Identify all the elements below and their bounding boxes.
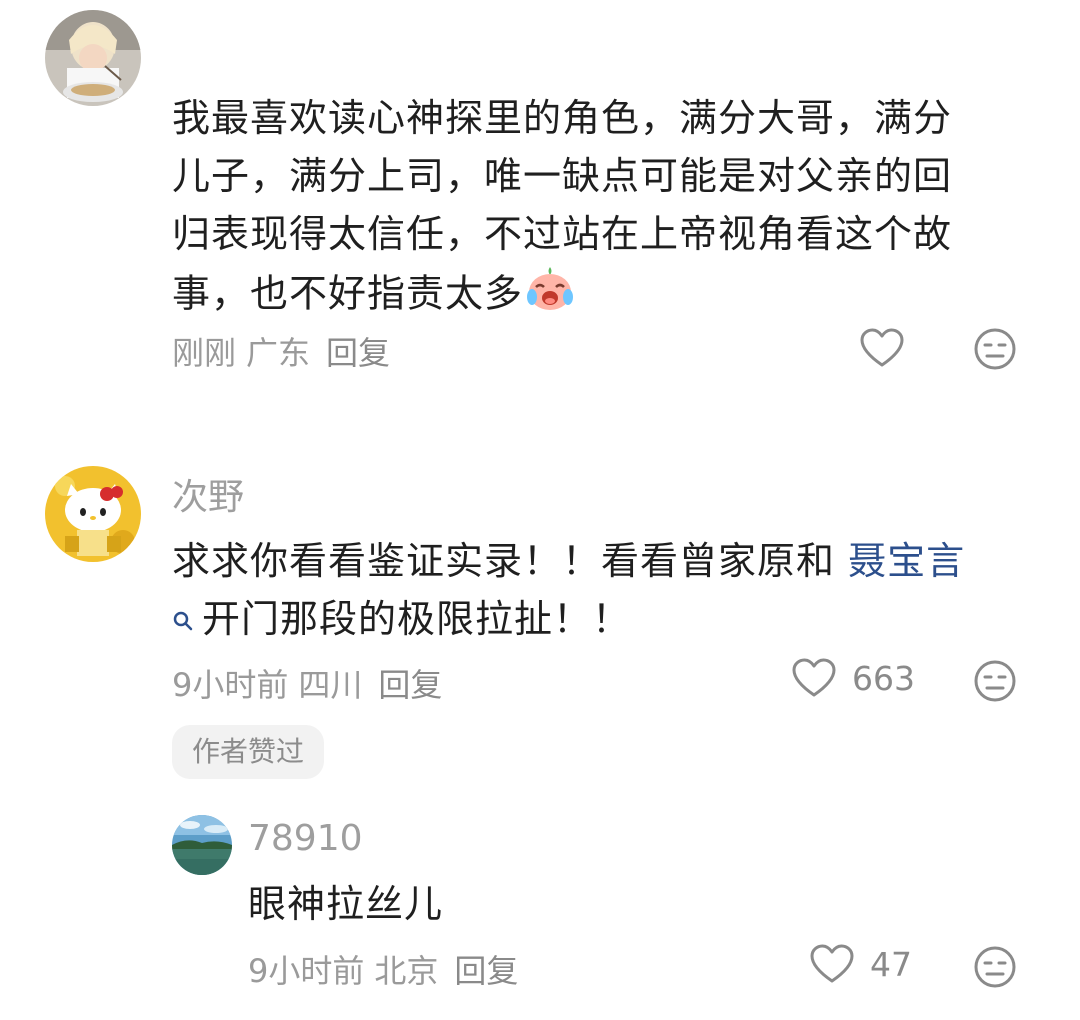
comment-text: 眼神拉丝儿 — [248, 875, 443, 933]
user-avatar[interactable] — [45, 466, 141, 562]
comment-location: 广东 — [246, 334, 311, 372]
heart-outline-icon — [860, 328, 904, 368]
user-avatar[interactable] — [45, 10, 141, 106]
neutral-face-icon — [973, 327, 1017, 371]
comment-line: 我最喜欢读心神探里的角色，满分大哥，满分 — [172, 96, 953, 140]
comment-meta: 9小时前 北京 回复 — [248, 946, 528, 992]
heart-outline-icon — [792, 658, 836, 698]
comment-meta: 9小时前 四川 回复 — [172, 660, 452, 706]
reply-button[interactable]: 回复 — [378, 666, 442, 704]
like-count: 663 — [852, 658, 915, 698]
comment-line: 儿子，满分上司，唯一缺点可能是对父亲的回 — [172, 154, 953, 198]
author-liked-badge: 作者赞过 — [172, 725, 325, 779]
comment-line: 眼神拉丝儿 — [248, 882, 444, 926]
like-button[interactable]: 663 — [792, 658, 915, 698]
search-icon[interactable] — [172, 590, 194, 648]
comment-location: 四川 — [298, 666, 363, 704]
comment-line-text: 求求你看看鉴证实录！！看看曾家原和 — [172, 539, 836, 583]
comment-line-text: 事，也不好指责太多 — [172, 271, 524, 316]
comment-time: 刚刚 — [172, 334, 237, 372]
username[interactable]: 78910 — [248, 818, 363, 859]
dislike-button[interactable] — [973, 945, 1017, 989]
like-button[interactable] — [860, 328, 904, 368]
comment-text: 我最喜欢读心神探里的角色，满分大哥，满分 儿子，满分上司，唯一缺点可能是对父亲的… — [172, 89, 952, 329]
comment-time: 9小时前 — [248, 952, 365, 990]
dislike-button[interactable] — [973, 327, 1017, 371]
like-count: 47 — [870, 944, 912, 984]
comment-time: 9小时前 — [172, 666, 289, 704]
heart-outline-icon — [810, 944, 854, 984]
comment-line: 事，也不好指责太多 — [172, 263, 952, 329]
crying-laugh-emoji-icon — [525, 263, 575, 329]
reply-button[interactable]: 回复 — [454, 952, 518, 990]
comment-line: 归表现得太信任，不过站在上帝视角看这个故 — [172, 212, 953, 256]
like-button[interactable]: 47 — [810, 944, 912, 984]
username[interactable]: 次野 — [172, 468, 244, 520]
dislike-button[interactable] — [973, 659, 1017, 703]
neutral-face-icon — [973, 945, 1017, 989]
search-link[interactable]: 聂宝言 — [848, 539, 965, 583]
comment-location: 北京 — [374, 952, 439, 990]
reply-button[interactable]: 回复 — [326, 334, 390, 372]
user-avatar[interactable] — [172, 815, 232, 875]
comment-line: 开门那段的极限拉扯！！ — [172, 590, 965, 648]
neutral-face-icon — [973, 659, 1017, 703]
comment-meta: 刚刚 广东 回复 — [172, 328, 400, 374]
comment-text: 求求你看看鉴证实录！！看看曾家原和 聂宝言 开门那段的极限拉扯！！ — [172, 532, 965, 648]
comment-line: 求求你看看鉴证实录！！看看曾家原和 聂宝言 — [172, 532, 965, 590]
comment-line-text: 开门那段的极限拉扯！！ — [202, 597, 632, 641]
